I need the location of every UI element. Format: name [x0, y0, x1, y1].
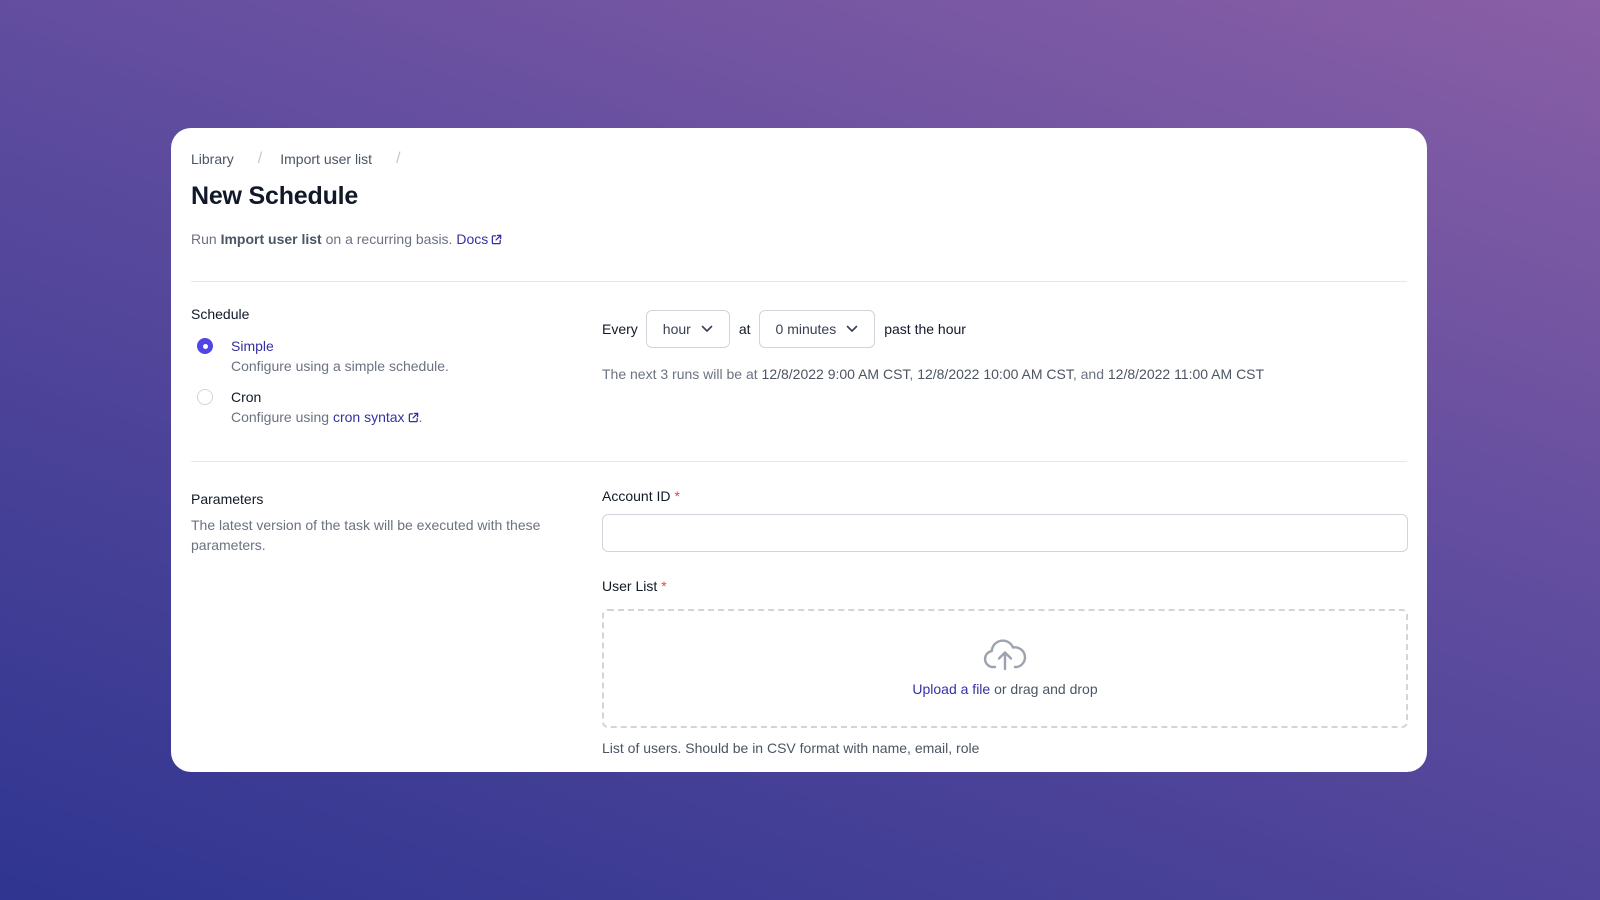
required-indicator: * [661, 578, 667, 594]
radio-button-simple[interactable] [197, 338, 213, 354]
external-link-icon [491, 234, 502, 245]
minutes-select[interactable]: 0 minutes [758, 310, 876, 348]
parameters-label: Parameters [191, 491, 264, 507]
radio-button-cron[interactable] [197, 389, 213, 405]
page-title: New Schedule [191, 182, 359, 210]
schedule-label: Schedule [191, 306, 250, 322]
next-run-2: 12/8/2022 10:00 AM CST [917, 366, 1073, 382]
at-label: at [738, 321, 751, 337]
required-indicator: * [674, 488, 680, 504]
page-subtitle: Run Import user list on a recurring basi… [191, 231, 502, 247]
chevron-down-icon [701, 325, 713, 332]
radio-cron[interactable]: Cron Configure using cron syntax. [197, 388, 422, 426]
radio-cron-description: Configure using cron syntax. [231, 409, 423, 425]
next-runs-text: The next 3 runs will be at 12/8/2022 9:0… [602, 366, 1265, 382]
user-list-label: User List * [602, 578, 667, 594]
cloud-upload-icon [983, 639, 1027, 671]
breadcrumb: Library / Import user list / [191, 150, 419, 168]
task-name: Import user list [220, 231, 322, 247]
every-label: Every [602, 321, 638, 337]
radio-cron-title: Cron [231, 389, 262, 405]
upload-file-link[interactable]: Upload a file [912, 681, 990, 697]
breadcrumb-item-task[interactable]: Import user list [280, 151, 372, 167]
simple-schedule-row: Every hour at 0 minutes past the hour [602, 310, 966, 348]
section-divider [191, 281, 1407, 282]
docs-link[interactable]: Docs [456, 231, 502, 247]
external-link-icon [408, 412, 418, 423]
radio-simple-description: Configure using a simple schedule. [231, 358, 449, 374]
breadcrumb-item-library[interactable]: Library [191, 151, 234, 167]
breadcrumb-separator: / [396, 150, 401, 167]
file-dropzone[interactable]: Upload a file or drag and drop [602, 609, 1408, 728]
parameters-description: The latest version of the task will be e… [191, 517, 541, 553]
past-the-hour-label: past the hour [884, 321, 966, 337]
next-run-3: 12/8/2022 11:00 AM CST [1107, 366, 1265, 382]
schedule-card: Library / Import user list / New Schedul… [171, 128, 1427, 772]
section-divider [191, 461, 1407, 462]
radio-simple-title: Simple [231, 338, 274, 354]
cron-syntax-link[interactable]: cron syntax [333, 409, 419, 425]
account-id-input[interactable] [602, 514, 1408, 552]
breadcrumb-separator: / [257, 150, 263, 167]
user-list-helper: List of users. Should be in CSV format w… [602, 740, 980, 756]
chevron-down-icon [846, 325, 858, 332]
radio-simple[interactable]: Simple Configure using a simple schedule… [197, 337, 449, 375]
account-id-label: Account ID * [602, 488, 680, 504]
interval-select[interactable]: hour [645, 310, 730, 348]
next-run-1: 12/8/2022 9:00 AM CST [761, 366, 910, 382]
dropzone-text: Upload a file or drag and drop [912, 681, 1098, 697]
